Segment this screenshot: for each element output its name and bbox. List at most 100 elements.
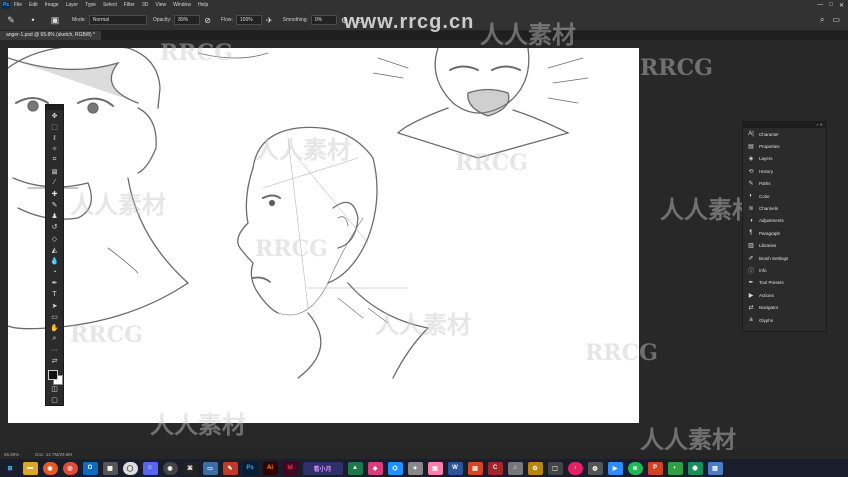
smoothing-field[interactable]: 0% (310, 15, 337, 25)
powerpoint-icon[interactable]: P (647, 461, 663, 475)
smoothing-options-gear-icon[interactable]: ⚙ (341, 16, 348, 25)
toolbox-grip[interactable] (46, 105, 63, 110)
dodge-tool-icon[interactable]: ◔ (49, 267, 61, 277)
app-icon[interactable]: ▤ (467, 461, 483, 475)
panel-item-properties[interactable]: ▤ Properties (743, 140, 826, 152)
discord-icon[interactable]: ☺ (142, 461, 158, 475)
zoom-level[interactable]: 65.85% (4, 452, 19, 457)
brush-size-icon[interactable]: • (26, 13, 40, 27)
panel-item-adjustments[interactable]: ◑ Adjustments (743, 215, 826, 227)
app-icon[interactable]: ◍ (587, 461, 603, 475)
type-tool-icon[interactable]: T (49, 289, 61, 299)
panel-item-channels[interactable]: ≋ Channels (743, 202, 826, 214)
search-icon[interactable]: ⌕ (820, 15, 824, 25)
menu-help[interactable]: Help (198, 2, 208, 8)
eyedropper-tool-icon[interactable]: ⁄ (49, 178, 61, 188)
panel-item-libraries[interactable]: ▥ Libraries (743, 240, 826, 252)
clone-stamp-tool-icon[interactable]: ♟ (49, 211, 61, 221)
menu-view[interactable]: View (155, 2, 166, 8)
eraser-tool-icon[interactable]: ◇ (49, 234, 61, 244)
rectangle-tool-icon[interactable]: ▭ (49, 312, 61, 322)
paint-bucket-tool-icon[interactable]: ◭ (49, 245, 61, 255)
app-icon[interactable]: ✦ (407, 461, 423, 475)
panel-item-glyphs[interactable]: a Glyphs (743, 314, 826, 326)
document-tab[interactable]: anger-1.psd @ 65.8% (sketch, RGB/8) * (0, 31, 102, 40)
app-icon[interactable]: ⌬ (387, 461, 403, 475)
app-icon[interactable]: ⌘ (182, 461, 198, 475)
menu-edit[interactable]: Edit (29, 2, 38, 8)
obs-icon[interactable]: ◉ (162, 461, 178, 475)
menu-layer[interactable]: Layer (66, 2, 79, 8)
swap-colors-icon[interactable]: ⇄ (49, 356, 61, 366)
menu-image[interactable]: Image (45, 2, 59, 8)
pencil-app-icon[interactable]: ✎ (222, 461, 238, 475)
collapse-icon[interactable]: » ✕ (816, 122, 823, 127)
airbrush-icon[interactable]: ✈ (266, 16, 273, 25)
panel-item-paragraph[interactable]: ¶ Paragraph (743, 227, 826, 239)
screen-mode-icon[interactable]: ▢ (49, 395, 61, 405)
healing-brush-tool-icon[interactable]: ✚ (49, 189, 61, 199)
panel-item-brush-settings[interactable]: ✐ Brush Settings (743, 252, 826, 264)
move-tool-icon[interactable]: ✥ (49, 111, 61, 121)
panel-item-color[interactable]: ◐ Color (743, 190, 826, 202)
history-brush-tool-icon[interactable]: ↺ (49, 222, 61, 232)
color-swatches[interactable] (47, 369, 63, 385)
frame-tool-icon[interactable]: ⊠ (49, 166, 61, 176)
crop-tool-icon[interactable]: ⌗ (49, 155, 61, 165)
more-tools-icon[interactable]: ··· (49, 345, 61, 355)
foreground-color-swatch[interactable] (47, 369, 58, 380)
brush-tool-icon[interactable]: ✎ (49, 200, 61, 210)
app-icon[interactable]: ◆ (367, 461, 383, 475)
chrome-icon[interactable]: ◎ (62, 461, 78, 475)
file-explorer-icon[interactable]: ▬ (22, 461, 38, 475)
indesign-taskbar-icon[interactable]: Id (282, 461, 298, 475)
opacity-field[interactable]: 89% (174, 15, 201, 25)
menu-select[interactable]: Select (103, 2, 117, 8)
lasso-tool-icon[interactable]: ℓ (49, 133, 61, 143)
brush-tool-preset-icon[interactable]: ✎ (4, 13, 18, 27)
app-icon[interactable]: ⌂ (507, 461, 523, 475)
illustrator-taskbar-icon[interactable]: Ai (262, 461, 278, 475)
firefox-icon[interactable]: ◉ (42, 461, 58, 475)
app-icon[interactable]: ◐ (667, 461, 683, 475)
canvas[interactable] (8, 48, 639, 423)
app-icon[interactable]: ▲ (347, 461, 363, 475)
panel-dock-header[interactable]: » ✕ (743, 122, 826, 128)
windows-start-icon[interactable]: ⊞ (3, 462, 18, 475)
marquee-tool-icon[interactable]: ⬚ (49, 122, 61, 132)
word-icon[interactable]: W (447, 461, 463, 475)
maximize-icon[interactable]: □ (829, 2, 833, 8)
pressure-opacity-icon[interactable]: ⊘ (204, 16, 211, 25)
panel-item-actions[interactable]: ▶ Actions (743, 289, 826, 301)
app-icon[interactable]: ▣ (427, 461, 443, 475)
panel-item-paths[interactable]: ✎ Paths (743, 178, 826, 190)
app-icon[interactable]: ▦ (102, 461, 118, 475)
quick-mask-icon[interactable]: ◫ (49, 384, 61, 394)
panel-item-info[interactable]: ⓘ Info (743, 264, 826, 276)
close-icon[interactable]: ✕ (839, 2, 844, 9)
pressure-size-icon[interactable]: ⊙ (356, 16, 363, 25)
mode-select[interactable]: Normal (88, 15, 147, 25)
panel-item-history[interactable]: ⟲ History (743, 165, 826, 177)
menu-3d[interactable]: 3D (142, 2, 148, 8)
app-icon[interactable]: C (487, 461, 503, 475)
app-icon[interactable]: ⬚ (547, 461, 563, 475)
blur-tool-icon[interactable]: 💧 (49, 256, 61, 266)
brush-panel-toggle-icon[interactable]: ▣ (48, 13, 62, 27)
menu-filter[interactable]: Filter (124, 2, 135, 8)
menu-file[interactable]: File (14, 2, 22, 8)
panel-item-layers[interactable]: ◈ Layers (743, 153, 826, 165)
app-icon[interactable]: ✿ (527, 461, 543, 475)
panel-item-character[interactable]: A| Character (743, 128, 826, 140)
workspace-icon[interactable]: ▭ (832, 15, 840, 25)
minimize-icon[interactable]: — (817, 2, 823, 8)
zoom-app-icon[interactable]: ▶ (607, 461, 623, 475)
panel-item-navigator[interactable]: ⇄ Navigator (743, 301, 826, 313)
flow-field[interactable]: 100% (235, 15, 262, 25)
hand-tool-icon[interactable]: ✋ (49, 323, 61, 333)
app-icon[interactable]: ▧ (707, 461, 723, 475)
app-circle-icon[interactable]: ◯ (122, 461, 138, 475)
zoom-tool-icon[interactable]: ⌕ (49, 334, 61, 344)
menu-type[interactable]: Type (85, 2, 96, 8)
quick-select-tool-icon[interactable]: ✧ (49, 144, 61, 154)
